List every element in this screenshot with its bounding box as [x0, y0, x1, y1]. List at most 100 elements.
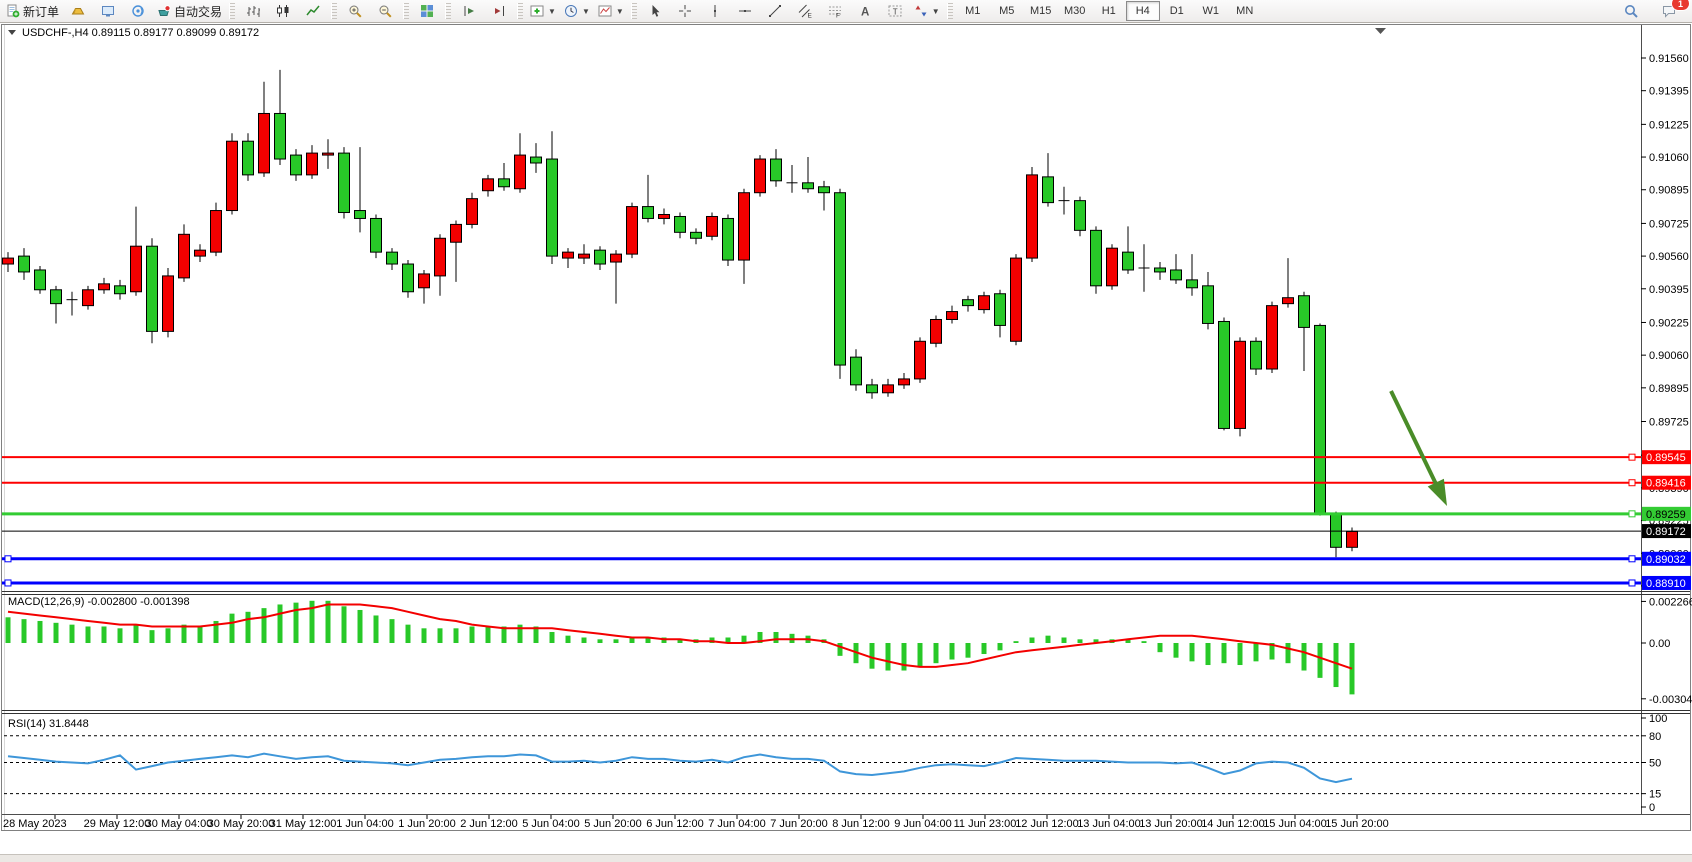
macd-histogram-bar: [54, 623, 59, 643]
rsi-axis-label: 80: [1649, 731, 1661, 743]
chat-button[interactable]: 1: [1654, 0, 1684, 22]
text-tool[interactable]: A: [850, 0, 880, 22]
macd-histogram-bar: [614, 639, 619, 643]
toolbar-separator: [517, 3, 523, 19]
time-tick-label: 7 Jun 20:00: [770, 818, 828, 830]
chevron-down-icon: ▼: [582, 7, 590, 16]
time-tick-label: 5 Jun 20:00: [584, 818, 642, 830]
price-tick-label: 0.91060: [1649, 152, 1689, 164]
candle-body: [387, 252, 398, 264]
macd-histogram-bar: [198, 626, 203, 643]
time-tick-label: 7 Jun 04:00: [708, 818, 766, 830]
candle-body: [307, 153, 318, 175]
timeframe-button-m30[interactable]: M30: [1058, 1, 1092, 21]
chart-shift-button[interactable]: [484, 0, 514, 22]
label-icon: T: [888, 4, 902, 18]
line-handle[interactable]: [1629, 580, 1635, 586]
timeframe-button-m1[interactable]: M1: [956, 1, 990, 21]
time-tick-label: 15 Jun 04:00: [1263, 818, 1327, 830]
zoom-out-button[interactable]: [370, 0, 400, 22]
candle-body: [547, 159, 558, 256]
time-tick-label: 5 Jun 04:00: [522, 818, 580, 830]
line-chart-button[interactable]: [298, 0, 328, 22]
auto-trading-button[interactable]: 自动交易: [153, 0, 226, 22]
candle-chart-button[interactable]: [268, 0, 298, 22]
candle-body: [627, 207, 638, 255]
macd-histogram-bar: [550, 632, 555, 643]
tile-windows-button[interactable]: [412, 0, 442, 22]
data-window-button[interactable]: [93, 0, 123, 22]
time-tick-label: 1 Jun 04:00: [336, 818, 394, 830]
macd-histogram-bar: [1190, 643, 1195, 661]
candle-body: [243, 141, 254, 175]
macd-histogram-bar: [38, 621, 43, 643]
price-tick-label: 0.90560: [1649, 251, 1689, 263]
line-handle[interactable]: [1629, 511, 1635, 517]
hline-tool[interactable]: [730, 0, 760, 22]
label-tool[interactable]: T: [880, 0, 910, 22]
market-watch-button[interactable]: [63, 0, 93, 22]
new-order-button[interactable]: 新订单: [2, 0, 63, 22]
macd-histogram-bar: [838, 643, 843, 656]
price-tick-label: 0.91225: [1649, 119, 1689, 131]
price-chart[interactable]: 0.915600.913950.912250.910600.908950.907…: [0, 23, 1692, 838]
timeframe-button-mn[interactable]: MN: [1228, 1, 1262, 21]
main-toolbar: 新订单 自动交易 ▼ ▼ ▼ EFA T ▼ M1M5M15M30H1H4D1W1MN 1: [0, 0, 1692, 23]
candle-body: [259, 113, 270, 172]
autotrade-icon: [157, 4, 171, 18]
svg-text:A: A: [861, 7, 869, 19]
bar-chart-button[interactable]: [238, 0, 268, 22]
candle-body: [1027, 175, 1038, 258]
cursor-tool[interactable]: [640, 0, 670, 22]
timeframe-button-h4[interactable]: H4: [1126, 1, 1160, 21]
shift-icon: [492, 4, 506, 18]
periods-button[interactable]: ▼: [560, 0, 594, 22]
zoom-in-button[interactable]: [340, 0, 370, 22]
macd-histogram-bar: [1286, 643, 1291, 663]
new-order-button-label: 新订单: [23, 3, 59, 20]
timeframe-button-h1[interactable]: H1: [1092, 1, 1126, 21]
candle-body: [35, 270, 46, 290]
auto-scroll-button[interactable]: [454, 0, 484, 22]
candle-body: [515, 155, 526, 189]
vline-tool[interactable]: [700, 0, 730, 22]
time-tick-label: 31 May 12:00: [270, 818, 337, 830]
candle-body: [1091, 230, 1102, 285]
macd-histogram-bar: [342, 606, 347, 643]
macd-histogram-bar: [998, 643, 1003, 650]
macd-histogram-bar: [246, 612, 251, 643]
timeframe-button-m5[interactable]: M5: [990, 1, 1024, 21]
candle-body: [195, 250, 206, 256]
candle-body: [403, 264, 414, 292]
search-button[interactable]: [1616, 0, 1646, 22]
macd-histogram-bar: [902, 643, 907, 671]
crosshair-tool[interactable]: [670, 0, 700, 22]
channel-tool[interactable]: E: [790, 0, 820, 22]
timeframe-button-d1[interactable]: D1: [1160, 1, 1194, 21]
line-handle[interactable]: [5, 556, 11, 562]
line-handle[interactable]: [1629, 556, 1635, 562]
line-handle[interactable]: [1629, 454, 1635, 460]
line-handle[interactable]: [1629, 480, 1635, 486]
timeframe-button-m15[interactable]: M15: [1024, 1, 1058, 21]
zoom-out-icon: [378, 4, 392, 18]
arrows-tool[interactable]: ▼: [910, 0, 944, 22]
templates-button[interactable]: ▼: [594, 0, 628, 22]
timeframe-button-w1[interactable]: W1: [1194, 1, 1228, 21]
candle-body: [3, 258, 14, 264]
rsi-axis-label: 50: [1649, 758, 1661, 770]
trendline-tool[interactable]: [760, 0, 790, 22]
macd-axis-label: 0.002266: [1649, 596, 1692, 608]
new-chart-button[interactable]: [123, 0, 153, 22]
indicators-button[interactable]: ▼: [526, 0, 560, 22]
rsi-axis-label: 0: [1649, 802, 1655, 814]
candle-body: [595, 250, 606, 264]
line-handle[interactable]: [5, 580, 11, 586]
rsi-axis-label: 15: [1649, 789, 1661, 801]
candle-body: [1219, 321, 1230, 428]
fibo-tool[interactable]: F: [820, 0, 850, 22]
candle-body: [339, 153, 350, 212]
macd-histogram-bar: [582, 637, 587, 643]
chart-window[interactable]: 0.915600.913950.912250.910600.908950.907…: [0, 23, 1692, 838]
time-tick-label: 12 Jun 12:00: [1015, 818, 1079, 830]
